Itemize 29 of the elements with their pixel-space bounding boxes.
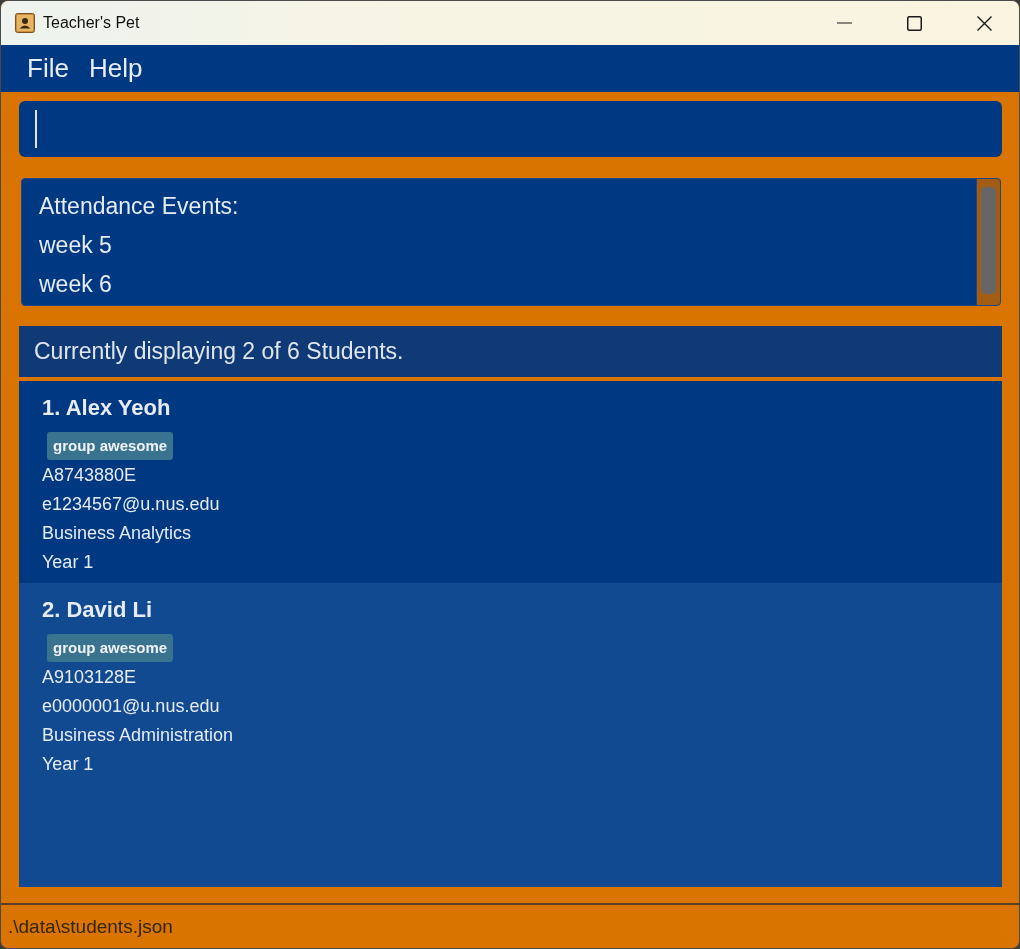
save-file-path: .\data\students.json <box>8 915 173 938</box>
text-cursor <box>35 110 37 148</box>
menu-item[interactable]: File <box>17 49 79 88</box>
command-input-field[interactable] <box>19 101 1002 157</box>
window-title: Teacher's Pet <box>43 14 140 32</box>
student-email: e1234567@u.nus.edu <box>42 493 221 516</box>
person-card-icon <box>15 13 35 33</box>
student-major: Business Administration <box>42 724 235 747</box>
student-name: 1. Alex Yeoh <box>42 394 172 422</box>
attendance-event: week 6 <box>39 270 113 299</box>
attendance-event: week 5 <box>39 231 113 260</box>
minimize-icon <box>836 22 852 24</box>
maximize-icon <box>906 15 922 31</box>
student-name: 2. David Li <box>42 596 154 624</box>
scrollbar-thumb[interactable] <box>981 187 996 294</box>
student-major: Business Analytics <box>42 522 193 545</box>
student-email: e0000001@u.nus.edu <box>42 695 221 718</box>
attendance-heading: Attendance Events: <box>39 192 240 221</box>
student-year: Year 1 <box>42 551 95 574</box>
tag-label: group awesome <box>47 634 174 662</box>
result-message: Currently displaying 2 of 6 Students. <box>19 326 1002 377</box>
student-year: Year 1 <box>42 753 95 776</box>
student-id: A8743880E <box>42 464 138 487</box>
student-card[interactable]: 1. Alex Yeoh group awesome A8743880E e1234567@u.nus.edu Business Analytics Year 1 <box>19 381 1002 583</box>
close-icon <box>976 15 992 31</box>
scrollbar-track[interactable] <box>976 179 1000 305</box>
menu-item[interactable]: Help <box>78 49 153 88</box>
tag-label: group awesome <box>47 432 174 460</box>
student-id: A9103128E <box>42 666 138 689</box>
